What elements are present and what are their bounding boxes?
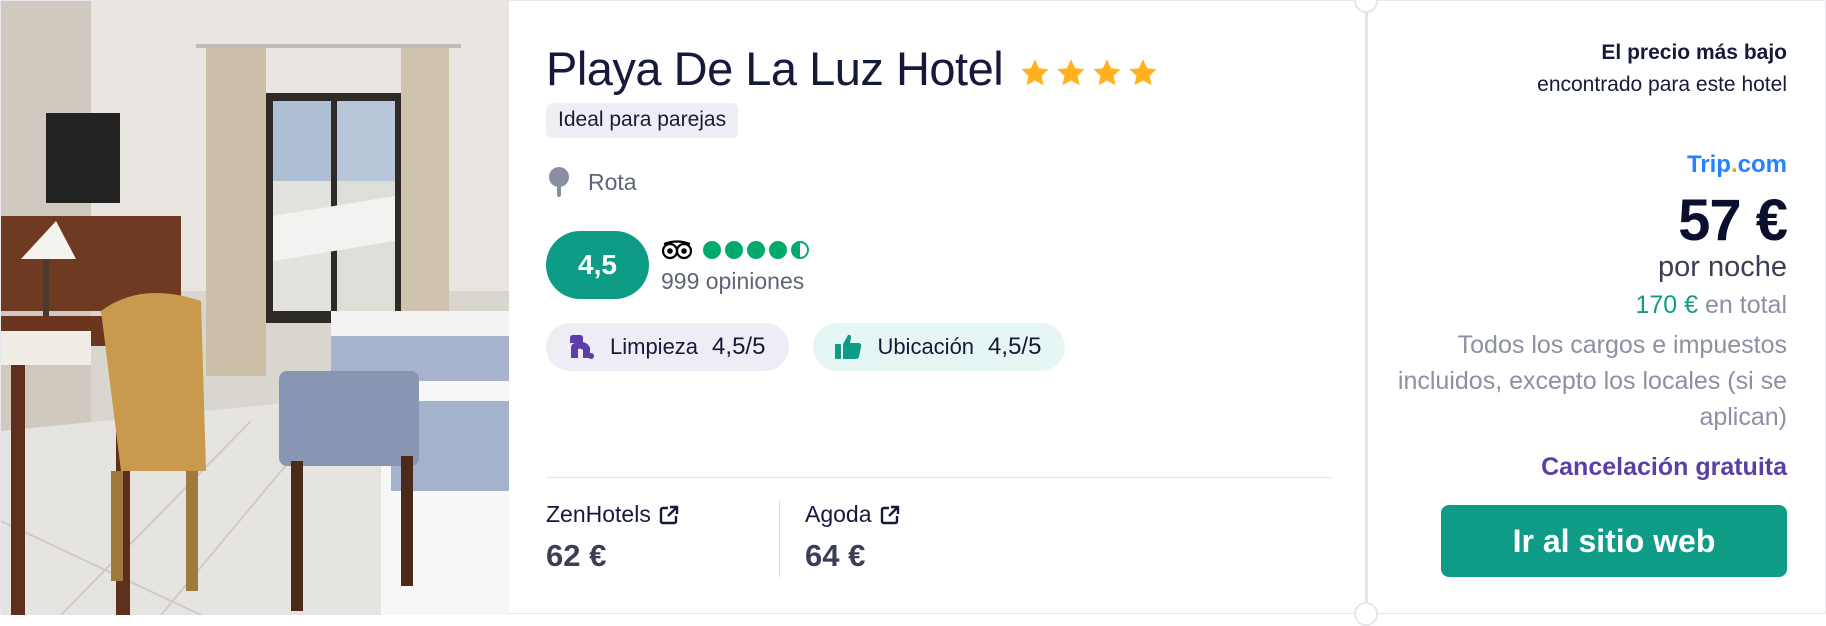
total-label: en total [1698, 291, 1787, 319]
score-badge: 4,5 [546, 231, 649, 299]
hotel-result-card[interactable]: Playa De La Luz Hotel Ideal para parejas… [0, 0, 1826, 626]
offer-price: 62 € [546, 538, 607, 573]
lowest-price-subheading: encontrado para este hotel [1537, 73, 1787, 96]
cleanliness-label: Limpieza [610, 334, 699, 359]
total-price: 170 € en total [1635, 291, 1787, 320]
offer-price: 64 € [805, 538, 866, 573]
hotel-name[interactable]: Playa De La Luz Hotel [546, 41, 1004, 96]
offer-zenhotels[interactable]: ZenHotels 62 € [546, 501, 679, 574]
rating-bubble [747, 240, 765, 259]
traveler-tag: Ideal para parejas [546, 103, 739, 138]
per-night-label: por noche [1658, 251, 1787, 283]
review-highlights: Limpieza 4,5/5 Ubicación 4,5/5 [546, 323, 1066, 371]
taxes-note: Todos los cargos e impuestos incluidos, … [1397, 331, 1787, 431]
location-pill: Ubicación 4,5/5 [813, 323, 1066, 371]
offer-separator [779, 501, 780, 577]
panel-separator [1365, 1, 1368, 615]
location-score: 4,5 [988, 333, 1022, 360]
tripadvisor-rating[interactable]: 999 opiniones [661, 236, 809, 295]
star-icon [1091, 57, 1123, 89]
tripadvisor-bubbles [661, 236, 809, 264]
separator-notch [1354, 602, 1378, 626]
location: Rota [546, 166, 637, 198]
cleaning-icon [570, 335, 594, 359]
separator-notch [1354, 0, 1378, 13]
star-rating [1019, 57, 1159, 89]
other-offers: ZenHotels 62 € Agoda 64 € [546, 501, 1331, 581]
offer-provider-name: ZenHotels [546, 501, 651, 527]
cleanliness-pill: Limpieza 4,5/5 [546, 323, 790, 371]
hotel-info: Playa De La Luz Hotel Ideal para parejas… [546, 1, 1331, 615]
rating-bubble [725, 240, 743, 259]
location-label: Ubicación [877, 334, 975, 359]
provider-logo[interactable]: Trip.com [1687, 151, 1787, 179]
hotel-photo[interactable] [1, 1, 509, 615]
provider-logo-tld: com [1737, 151, 1787, 178]
external-link-icon [880, 505, 900, 525]
title-row: Playa De La Luz Hotel [546, 41, 1159, 96]
rating-bubble [703, 240, 721, 259]
star-icon [1127, 57, 1159, 89]
star-icon [1019, 57, 1051, 89]
review-count: 999 opiniones [661, 267, 805, 294]
rating-bubble [769, 240, 787, 259]
rating-row: 4,5 999 opiniones [546, 231, 809, 299]
rating-bubble-half [791, 240, 809, 259]
thumbs-up-icon [835, 334, 862, 359]
offer-provider-name: Agoda [805, 501, 872, 527]
nightly-price: 57 € [1678, 188, 1788, 253]
location-scale: /5 [1021, 333, 1042, 360]
star-icon [1055, 57, 1087, 89]
cleanliness-scale: /5 [745, 333, 766, 360]
divider [546, 477, 1331, 478]
total-amount: 170 € [1635, 291, 1699, 319]
go-to-site-button[interactable]: Ir al sitio web [1441, 505, 1787, 577]
cleanliness-score: 4,5 [712, 333, 746, 360]
provider-logo-dot: . [1730, 151, 1738, 178]
free-cancellation: Cancelación gratuita [1541, 453, 1787, 481]
tripadvisor-owl-icon [661, 239, 693, 259]
external-link-icon [659, 505, 679, 525]
lowest-price-heading: El precio más bajo [1601, 41, 1787, 64]
location-name[interactable]: Rota [588, 169, 637, 196]
map-pin-icon [549, 167, 569, 197]
provider-logo-name: Trip [1686, 151, 1731, 178]
price-panel: El precio más bajo encontrado para este … [1391, 1, 1788, 615]
offer-agoda[interactable]: Agoda 64 € [805, 501, 900, 574]
